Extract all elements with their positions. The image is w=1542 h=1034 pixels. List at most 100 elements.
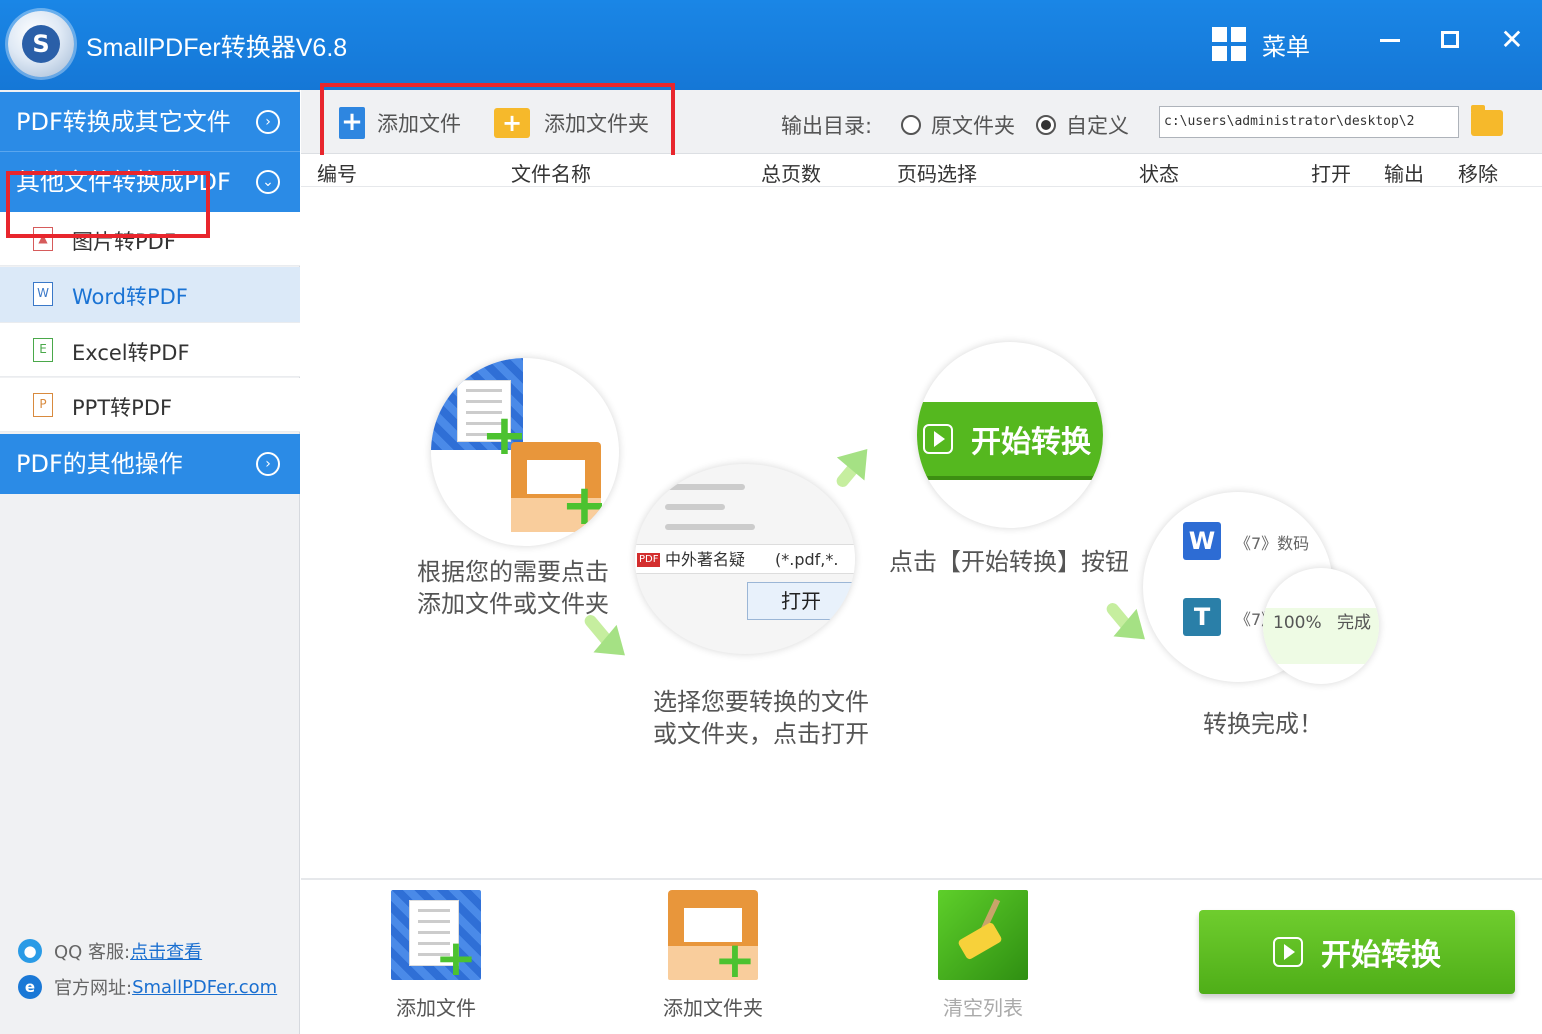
col-output: 输出 — [1384, 162, 1424, 186]
minimize-icon — [1380, 39, 1400, 42]
col-page-select: 页码选择 — [897, 162, 977, 186]
bottom-add-folder-label: 添加文件夹 — [663, 996, 763, 1020]
step3-illustration: 开始转换 — [917, 342, 1103, 528]
step2-caption: 选择您要转换的文件 或文件夹，点击打开 — [653, 686, 869, 750]
sidebar-item-word-to-pdf[interactable]: W Word转PDF — [0, 267, 300, 323]
sidebar-category-label: 其他文件转换成PDF — [16, 168, 231, 196]
grid-menu-icon — [1212, 27, 1246, 61]
play-icon — [1273, 937, 1303, 967]
browse-folder-icon[interactable] — [1471, 105, 1503, 136]
dialog-filter: (*.pdf,*. — [775, 550, 839, 569]
radio-original-folder[interactable]: 原文件夹 — [901, 110, 1015, 140]
progress-done: 完成 — [1337, 613, 1372, 633]
qq-icon: ● — [18, 939, 42, 963]
result-file-label: 《7》数码 — [1235, 534, 1310, 553]
app-logo-icon: S — [8, 11, 74, 77]
step1-line1: 根据您的需要点击 — [417, 558, 609, 586]
sidebar-item-ppt-to-pdf[interactable]: P PPT转PDF — [0, 378, 300, 432]
image-file-icon: ▲ — [33, 227, 53, 251]
browser-icon: e — [18, 975, 42, 999]
output-dir-label: 输出目录: — [781, 114, 873, 138]
bottom-add-file-button[interactable]: + 添加文件 — [371, 890, 501, 1021]
qq-support: ● QQ 客服: 点击查看 — [18, 938, 202, 964]
menu-label: 菜单 — [1262, 32, 1310, 61]
add-file-icon: + — [339, 107, 365, 139]
ppt-file-icon: P — [33, 393, 53, 417]
bottom-add-folder-button[interactable]: + 添加文件夹 — [648, 890, 778, 1021]
file-list-area[interactable]: + + 根据您的需要点击 添加文件或文件夹 PDF 中外著名疑 (*.pdf,*… — [301, 188, 1542, 878]
chevron-right-icon: › — [256, 452, 280, 476]
radio-label: 自定义 — [1066, 114, 1129, 138]
maximize-icon — [1441, 31, 1459, 48]
sidebar-item-label: Word转PDF — [72, 285, 188, 309]
progress-bubble: 100% 完成 — [1263, 568, 1379, 684]
start-convert-button[interactable]: 开始转换 — [1199, 910, 1515, 994]
qq-label: QQ 客服: — [54, 942, 131, 963]
sidebar-category-pdf-other-ops[interactable]: PDF的其他操作 › — [0, 434, 300, 494]
add-file-button[interactable]: + 添加文件 — [339, 106, 461, 140]
app-title: SmallPDFer转换器V6.8 — [86, 34, 348, 62]
step3-caption: 点击【开始转换】按钮 — [889, 548, 1129, 576]
progress-value: 100% — [1273, 613, 1322, 633]
radio-label: 原文件夹 — [931, 114, 1015, 138]
step1-caption: 根据您的需要点击 添加文件或文件夹 — [417, 556, 609, 620]
col-open: 打开 — [1311, 162, 1351, 186]
add-folder-label: 添加文件夹 — [544, 112, 649, 136]
sidebar: PDF转换成其它文件 › 其他文件转换成PDF ⌄ ▲ 图片转PDF W Wor… — [0, 90, 300, 1034]
plus-icon: + — [561, 473, 608, 538]
sidebar-item-image-to-pdf[interactable]: ▲ 图片转PDF — [0, 212, 300, 266]
bottom-clear-list-label: 清空列表 — [943, 996, 1023, 1020]
radio-selected-icon — [1036, 115, 1056, 135]
step2-line2: 或文件夹，点击打开 — [653, 720, 869, 748]
official-site: e 官方网址: SmallPDFer.com — [18, 974, 277, 1000]
add-file-icon: + — [391, 890, 481, 980]
qq-link[interactable]: 点击查看 — [130, 938, 202, 964]
minimize-button[interactable] — [1370, 20, 1410, 60]
col-remove: 移除 — [1458, 162, 1498, 186]
start-preview-label: 开始转换 — [971, 425, 1091, 460]
close-button[interactable]: ✕ — [1492, 20, 1532, 60]
add-folder-button[interactable]: + 添加文件夹 — [494, 106, 649, 140]
play-icon — [923, 424, 953, 454]
dialog-open-button: 打开 — [747, 582, 855, 620]
col-status: 状态 — [1139, 162, 1179, 186]
step1-illustration: + + — [431, 358, 619, 546]
bottom-clear-list-button[interactable]: 清空列表 — [918, 890, 1048, 1021]
col-index: 编号 — [317, 162, 357, 186]
output-path-input[interactable]: c:\users\administrator\desktop\2 — [1159, 106, 1459, 138]
file-table-header: 编号 文件名称 总页数 页码选择 状态 打开 输出 移除 — [301, 155, 1542, 187]
start-convert-label: 开始转换 — [1321, 938, 1441, 973]
sidebar-category-pdf-to-other[interactable]: PDF转换成其它文件 › — [0, 92, 300, 152]
dialog-filename: 中外著名疑 — [665, 550, 746, 569]
radio-custom-folder[interactable]: 自定义 — [1036, 110, 1129, 140]
bottom-add-file-label: 添加文件 — [396, 996, 476, 1020]
add-file-label: 添加文件 — [377, 112, 461, 136]
excel-file-icon: E — [33, 338, 53, 362]
chevron-down-icon: ⌄ — [256, 170, 280, 194]
site-label: 官方网址: — [54, 978, 133, 999]
toolbar: + 添加文件 + 添加文件夹 输出目录: 原文件夹 自定义 c:\users\a… — [301, 90, 1542, 154]
chevron-right-icon: › — [256, 110, 280, 134]
sidebar-category-other-to-pdf[interactable]: 其他文件转换成PDF ⌄ — [0, 152, 300, 212]
site-link[interactable]: SmallPDFer.com — [132, 977, 277, 998]
text-app-icon: T — [1183, 598, 1221, 636]
logo-letter: S — [22, 25, 60, 63]
radio-icon — [901, 115, 921, 135]
sidebar-item-excel-to-pdf[interactable]: E Excel转PDF — [0, 323, 300, 377]
maximize-button[interactable] — [1430, 20, 1470, 60]
col-filename: 文件名称 — [511, 162, 591, 186]
sidebar-category-label: PDF转换成其它文件 — [16, 108, 231, 136]
pdf-file-icon: PDF — [637, 553, 661, 567]
add-folder-icon: + — [668, 890, 758, 980]
dialog-file-row: PDF 中外著名疑 (*.pdf,*. — [635, 544, 855, 574]
col-total-pages: 总页数 — [761, 162, 821, 186]
sidebar-item-label: 图片转PDF — [72, 230, 176, 254]
step1-line2: 添加文件或文件夹 — [417, 590, 609, 618]
progress-status: 100% 完成 — [1263, 608, 1379, 664]
sidebar-item-label: Excel转PDF — [72, 341, 190, 365]
title-bar: S SmallPDFer转换器V6.8 菜单 ✕ — [0, 0, 1542, 90]
start-button-preview: 开始转换 — [917, 402, 1103, 476]
step2-illustration: PDF 中外著名疑 (*.pdf,*. 打开 — [635, 464, 855, 654]
menu-button[interactable]: 菜单 — [1212, 24, 1310, 64]
word-file-icon: W — [33, 282, 53, 306]
